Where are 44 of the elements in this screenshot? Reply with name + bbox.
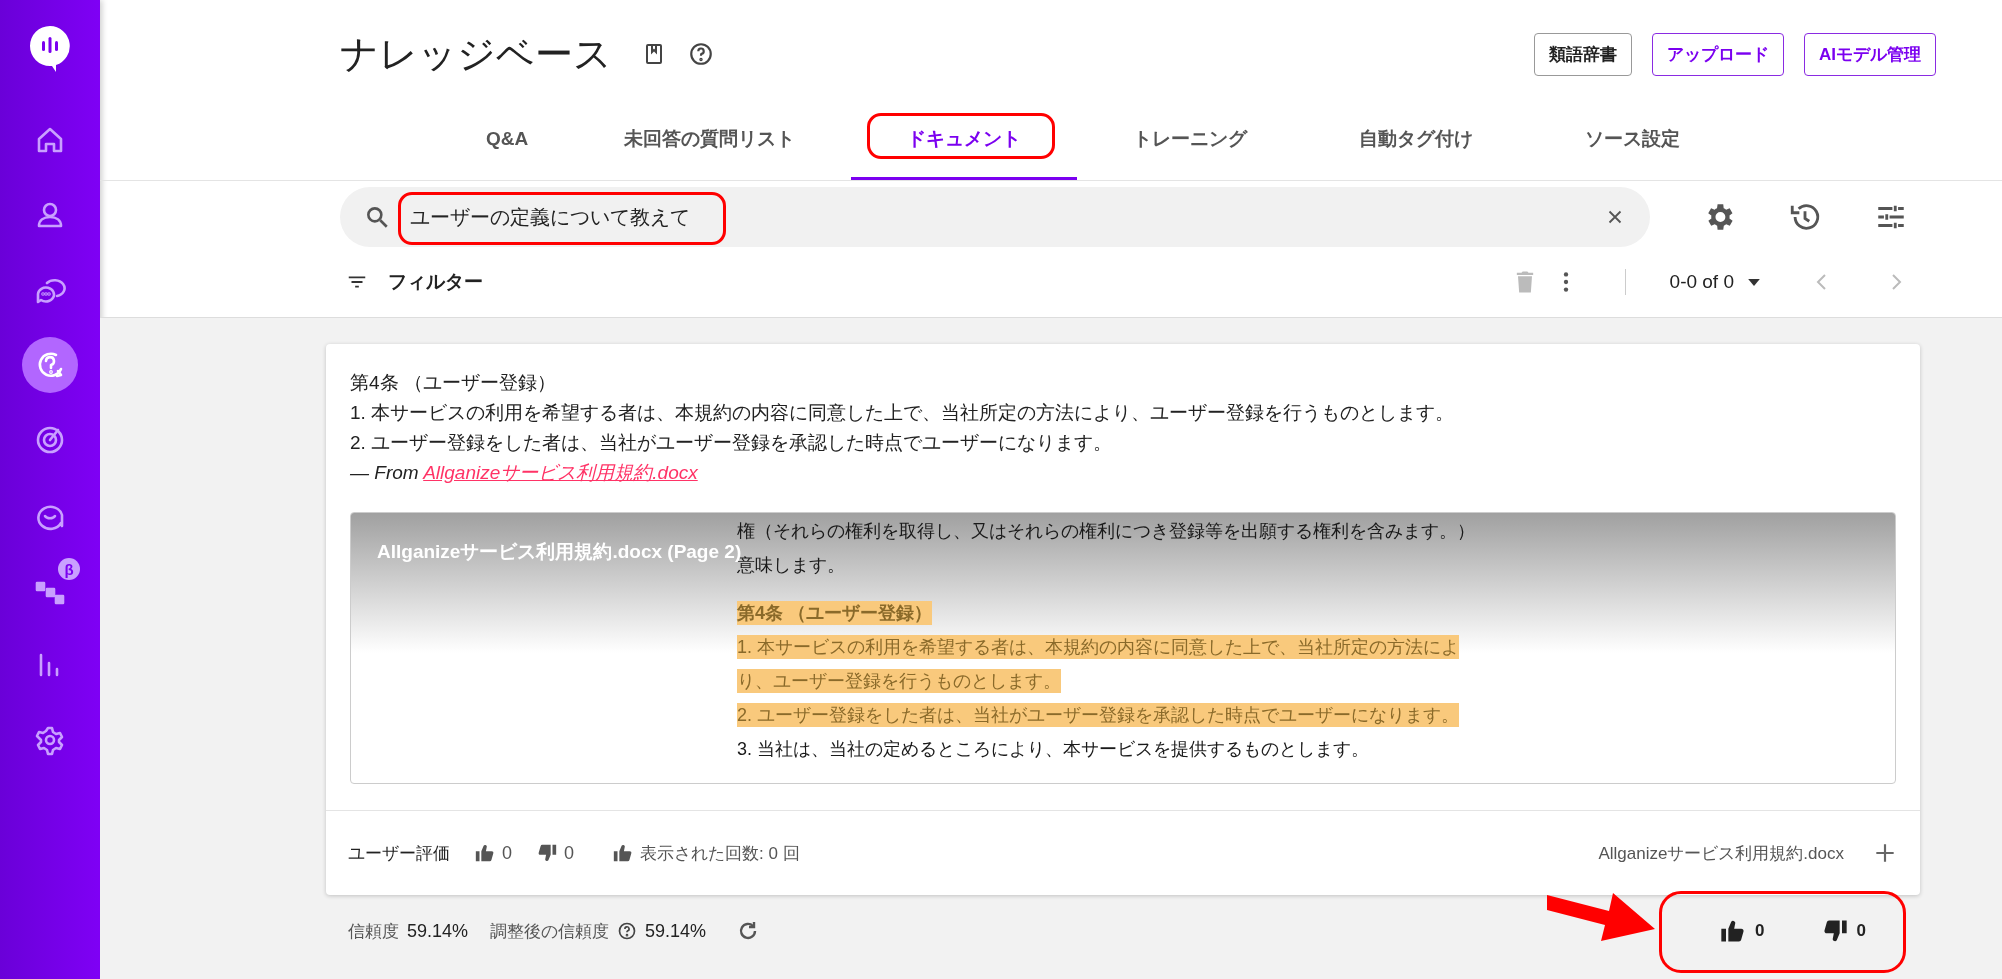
document-line: 3. 当社は、当社の定めるところにより、本サービスを提供するものとします。 bbox=[737, 738, 1369, 761]
help-icon[interactable] bbox=[688, 41, 714, 67]
logo-icon bbox=[28, 24, 72, 72]
thumbs-down-icon[interactable] bbox=[536, 842, 558, 864]
source-link[interactable]: Allganizeサービス利用規約.docx bbox=[423, 462, 698, 483]
source-prefix: — From bbox=[350, 462, 419, 483]
view-count: 表示された回数: 0 回 bbox=[640, 842, 800, 865]
file-name: Allganizeサービス利用規約.docx bbox=[1598, 842, 1844, 865]
header-button[interactable]: AIモデル管理 bbox=[1804, 32, 1936, 76]
like-count: 0 bbox=[502, 842, 512, 864]
confidence-label: 信頼度 bbox=[348, 920, 399, 943]
thumbs-up-icon[interactable] bbox=[474, 842, 496, 864]
search-icon bbox=[364, 204, 390, 230]
tab[interactable]: ソース設定 bbox=[1529, 100, 1737, 180]
filter-label[interactable]: フィルター bbox=[388, 269, 483, 295]
sidebar-item[interactable] bbox=[22, 337, 78, 393]
pagination-label[interactable]: 0-0 of 0 bbox=[1669, 271, 1734, 293]
beta-badge: β bbox=[58, 558, 80, 580]
target-icon bbox=[34, 424, 66, 456]
tab[interactable]: トレーニング bbox=[1077, 100, 1304, 180]
tab[interactable]: 未回答の質問リスト bbox=[568, 100, 852, 180]
tab[interactable]: Q&A bbox=[446, 100, 569, 180]
result-text: 1. 本サービスの利用を希望する者は、本規約の内容に同意した上で、当社所定の方法により、ユーザー登録を行うものとします。 bbox=[350, 401, 1456, 425]
dislike-count: 0 bbox=[1856, 921, 1866, 941]
search-query: ユーザーの定義について教えて bbox=[404, 203, 696, 231]
help-icon[interactable] bbox=[617, 921, 638, 941]
page-title: ナレッジベース bbox=[340, 31, 612, 77]
tab[interactable]: ドキュメント bbox=[851, 100, 1078, 180]
adjusted-confidence-label: 調整後の信頼度 bbox=[490, 920, 610, 943]
like-count: 0 bbox=[1755, 921, 1765, 941]
document-preview[interactable] bbox=[350, 512, 1896, 784]
confidence-value: 59.14% bbox=[407, 920, 469, 942]
header-button[interactable]: アップロード bbox=[1652, 32, 1784, 76]
dropdown-caret-icon[interactable] bbox=[1748, 278, 1760, 286]
search-field[interactable]: ユーザーの定義について教えて bbox=[340, 187, 1650, 247]
header-button[interactable]: 類語辞書 bbox=[1534, 32, 1632, 76]
tab[interactable]: 自動タグ付け bbox=[1303, 100, 1530, 180]
gear-icon bbox=[34, 724, 66, 756]
adjusted-confidence-value: 59.14% bbox=[645, 920, 707, 942]
document-line: 権（それらの権利を取得し、又はそれらの権利につき登録等を出願する権利を含みます。） bbox=[737, 520, 1475, 543]
rating-label: ユーザー評価 bbox=[348, 842, 450, 865]
result-text: 2. ユーザー登録をした者は、当社がユーザー登録を承認した時点でユーザーになります。 bbox=[350, 431, 1114, 455]
result-heading: 第4条 （ユーザー登録） bbox=[350, 371, 557, 395]
dislike-count: 0 bbox=[564, 842, 575, 864]
